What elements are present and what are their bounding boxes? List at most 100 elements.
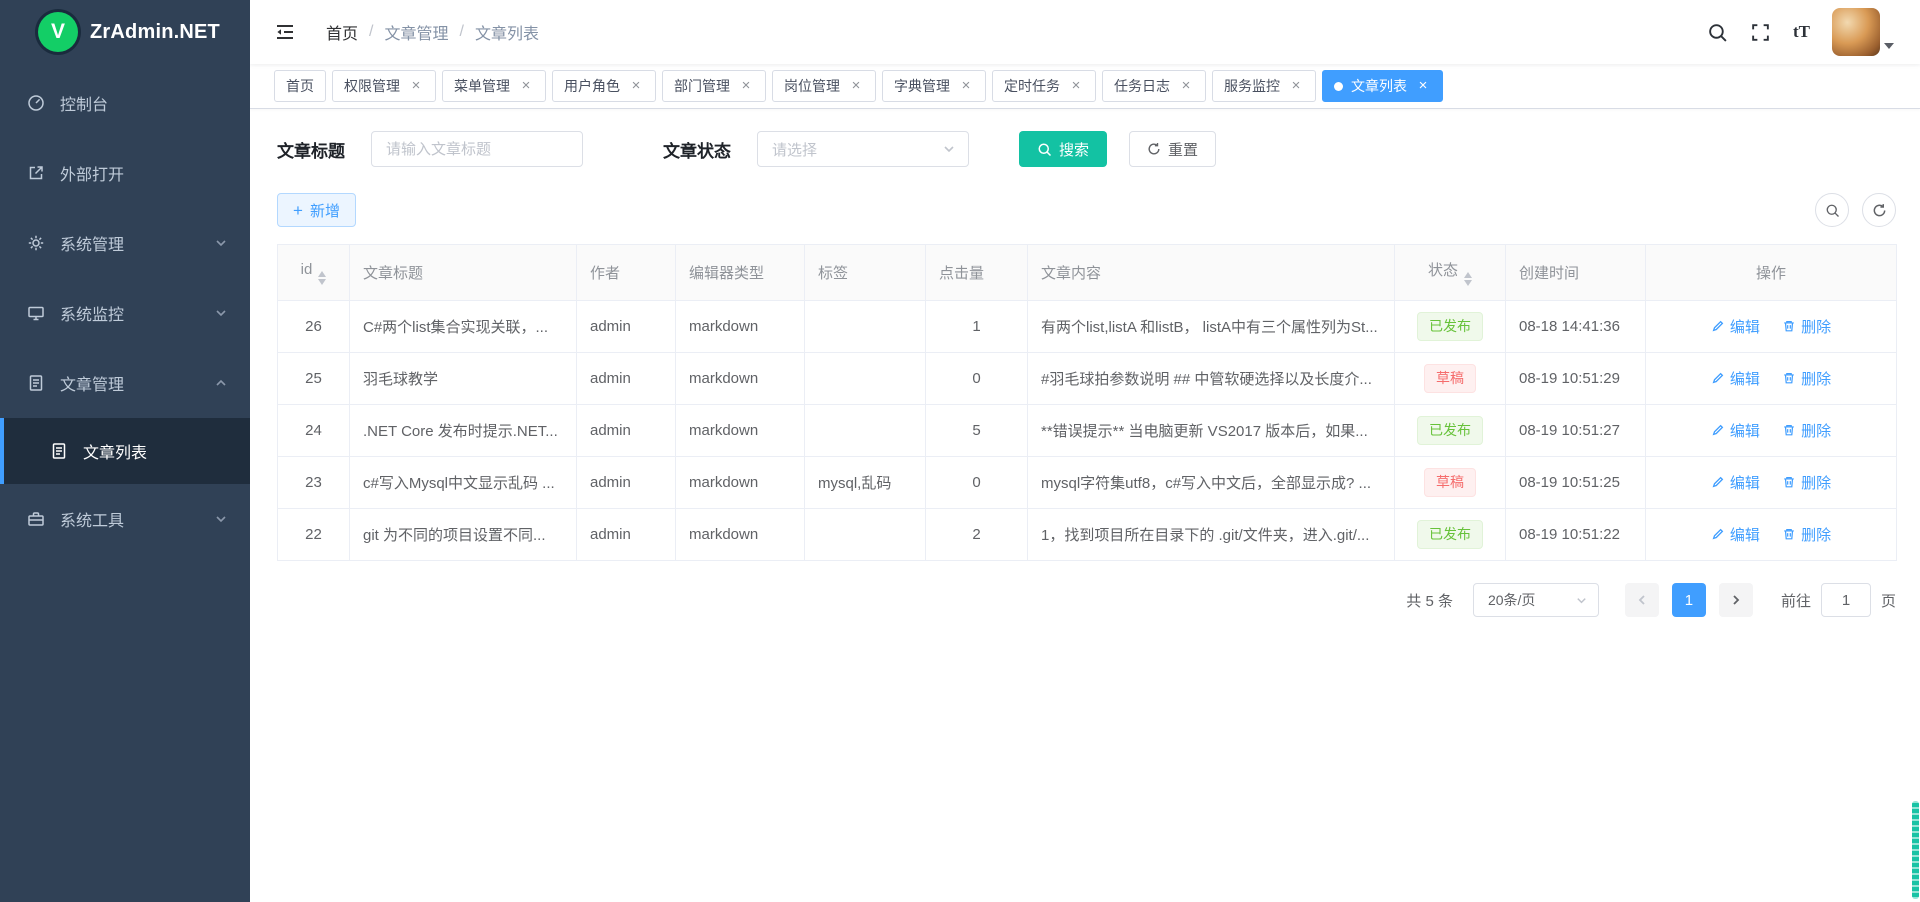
sort-caret-icon[interactable] (1464, 272, 1472, 286)
scrollbar-thumb[interactable] (1912, 801, 1919, 899)
topbar: 首页 / 文章管理 / 文章列表 tT (250, 0, 1920, 64)
search-icon[interactable] (1707, 22, 1728, 43)
avatar-dropdown-caret[interactable] (1884, 43, 1894, 54)
cell-actions: 编辑 删除 (1646, 353, 1897, 405)
delete-button[interactable]: 删除 (1782, 420, 1831, 441)
sidebar-item-system-management[interactable]: 系统管理 (0, 208, 250, 278)
tab-post[interactable]: 岗位管理× (772, 70, 876, 102)
goto-page-input[interactable] (1821, 583, 1871, 617)
refresh-button[interactable] (1862, 193, 1896, 227)
total-count: 共 5 条 (1406, 590, 1453, 611)
tab-user-role[interactable]: 用户角色× (552, 70, 656, 102)
sidebar-item-article-management[interactable]: 文章管理 (0, 348, 250, 418)
tab-article-list[interactable]: 文章列表× (1322, 70, 1443, 102)
page-size-value: 20条/页 (1488, 590, 1535, 610)
close-icon[interactable]: × (958, 78, 974, 94)
font-size-icon[interactable]: tT (1793, 22, 1810, 42)
table-row[interactable]: 24 .NET Core 发布时提示.NET... admin markdown… (278, 405, 1897, 457)
cell-id: 23 (278, 457, 350, 509)
page-size-select[interactable]: 20条/页 (1473, 583, 1599, 617)
edit-button[interactable]: 编辑 (1711, 524, 1760, 545)
scrollbar-track[interactable] (1911, 0, 1920, 902)
edit-button[interactable]: 编辑 (1711, 368, 1760, 389)
tab-permission[interactable]: 权限管理× (332, 70, 436, 102)
tab-department[interactable]: 部门管理× (662, 70, 766, 102)
sidebar-item-system-monitor[interactable]: 系统监控 (0, 278, 250, 348)
cell-id: 22 (278, 509, 350, 561)
cell-status: 草稿 (1395, 457, 1506, 509)
edit-button[interactable]: 编辑 (1711, 472, 1760, 493)
delete-button[interactable]: 删除 (1782, 368, 1831, 389)
cell-actions: 编辑 删除 (1646, 301, 1897, 353)
cell-author: admin (577, 353, 676, 405)
close-icon[interactable]: × (1068, 78, 1084, 94)
close-icon[interactable]: × (518, 78, 534, 94)
cell-status: 已发布 (1395, 405, 1506, 457)
sidebar-item-external-open[interactable]: 外部打开 (0, 138, 250, 208)
cell-content: **错误提示** 当电脑更新 VS2017 版本后，如果... (1028, 405, 1395, 457)
breadcrumb-item-article-management[interactable]: 文章管理 (384, 20, 448, 44)
breadcrumb-item-article-list[interactable]: 文章列表 (475, 20, 539, 44)
table-row[interactable]: 23 c#写入Mysql中文显示乱码 ... admin markdown my… (278, 457, 1897, 509)
cell-title: git 为不同的项目设置不同... (350, 509, 577, 561)
edit-button[interactable]: 编辑 (1711, 420, 1760, 441)
plus-icon: + (293, 202, 303, 219)
external-link-icon (27, 164, 45, 182)
close-icon[interactable]: × (1415, 78, 1431, 94)
tab-menu-management[interactable]: 菜单管理× (442, 70, 546, 102)
app-title: ZrAdmin.NET (90, 21, 220, 44)
column-header-clicks: 点击量 (926, 245, 1028, 301)
toggle-search-button[interactable] (1815, 193, 1849, 227)
column-header-status[interactable]: 状态 (1395, 245, 1506, 301)
close-icon[interactable]: × (408, 78, 424, 94)
add-button[interactable]: + 新增 (277, 193, 356, 227)
sidebar-item-system-tools[interactable]: 系统工具 (0, 484, 250, 554)
delete-button[interactable]: 删除 (1782, 472, 1831, 493)
sort-caret-icon[interactable] (318, 271, 326, 285)
breadcrumb-item-home[interactable]: 首页 (326, 20, 358, 44)
tab-task-log[interactable]: 任务日志× (1102, 70, 1206, 102)
chevron-down-icon (214, 512, 228, 526)
table-row[interactable]: 26 C#两个list集合实现关联，... admin markdown 1 有… (278, 301, 1897, 353)
article-table: id 文章标题 作者 编辑器类型 标签 点击量 文章内容 状态 创建时间 操作 … (277, 244, 1897, 561)
sidebar-collapse-icon[interactable] (274, 21, 296, 43)
sidebar-item-dashboard[interactable]: 控制台 (0, 68, 250, 138)
next-page-button[interactable] (1719, 583, 1753, 617)
cell-title: c#写入Mysql中文显示乱码 ... (350, 457, 577, 509)
close-icon[interactable]: × (628, 78, 644, 94)
search-button[interactable]: 搜索 (1019, 131, 1107, 167)
prev-page-button[interactable] (1625, 583, 1659, 617)
delete-button[interactable]: 删除 (1782, 524, 1831, 545)
close-icon[interactable]: × (1288, 78, 1304, 94)
cell-id: 25 (278, 353, 350, 405)
edit-button[interactable]: 编辑 (1711, 316, 1760, 337)
tab-scheduled-task[interactable]: 定时任务 × (992, 70, 1096, 102)
article-title-input[interactable] (371, 131, 583, 167)
table-row[interactable]: 25 羽毛球教学 admin markdown 0 #羽毛球拍参数说明 ## 中… (278, 353, 1897, 405)
table-row[interactable]: 22 git 为不同的项目设置不同... admin markdown 2 1，… (278, 509, 1897, 561)
fullscreen-icon[interactable] (1750, 22, 1771, 43)
reset-button[interactable]: 重置 (1129, 131, 1216, 167)
delete-button[interactable]: 删除 (1782, 316, 1831, 337)
user-menu (1832, 8, 1894, 56)
cell-tags: mysql,乱码 (805, 457, 926, 509)
column-header-title: 文章标题 (350, 245, 577, 301)
tab-label: 定时任务 (1004, 76, 1060, 96)
page-number-button[interactable]: 1 (1672, 583, 1706, 617)
column-header-editor: 编辑器类型 (676, 245, 805, 301)
sidebar-subitem-article-list[interactable]: 文章列表 (0, 418, 250, 484)
article-status-select[interactable]: 请选择 (757, 131, 969, 167)
column-header-id[interactable]: id (278, 245, 350, 301)
close-icon[interactable]: × (1178, 78, 1194, 94)
cell-created: 08-18 14:41:36 (1506, 301, 1646, 353)
tab-dictionary[interactable]: 字典管理× (882, 70, 986, 102)
status-badge: 草稿 (1424, 364, 1476, 392)
tab-home[interactable]: 首页 (274, 70, 326, 102)
document-icon (50, 442, 68, 460)
close-icon[interactable]: × (738, 78, 754, 94)
user-avatar[interactable] (1832, 8, 1880, 56)
tab-service-monitor[interactable]: 服务监控× (1212, 70, 1316, 102)
close-icon[interactable]: × (848, 78, 864, 94)
status-badge: 草稿 (1424, 468, 1476, 496)
breadcrumb-separator: / (369, 23, 373, 41)
